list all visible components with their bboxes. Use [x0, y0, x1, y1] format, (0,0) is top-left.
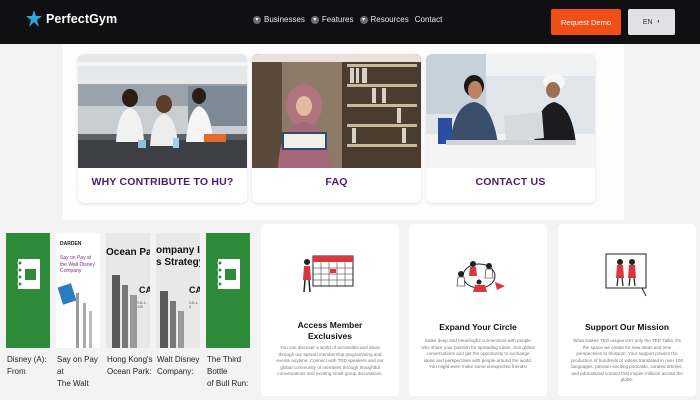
chevron-down-icon: ▾ [253, 15, 261, 24]
book-title: Hong Kong's Ocean Park: [107, 355, 153, 376]
book-code: 9-B-1-140 [137, 301, 147, 309]
feature-card-member-exclusives: Access Member Exclusives You can discove… [261, 224, 399, 396]
feature-description: What makes TED unique isn't only the TED… [570, 338, 684, 382]
book-code: 9-B-1-0 [189, 301, 199, 309]
main-menu: ▾ Businesses ▾ Features ▾ Resources Cont… [253, 15, 442, 24]
book-title: Disney (A): From [7, 355, 47, 376]
feature-title: Access Member Exclusives [297, 320, 363, 341]
book-cover: Ocean Park Tal CA 9-B-1-140 [106, 233, 150, 348]
book-item[interactable]: DARDEN Say on Pay at the Walt Disney Com… [56, 233, 100, 390]
feature-description: Make deep and meaningful connections wit… [421, 338, 535, 369]
card-faq[interactable]: FAQ [252, 54, 421, 203]
feature-card-support-mission: Support Our Mission What makes TED uniqu… [558, 224, 696, 396]
feature-title: Support Our Mission [584, 322, 670, 332]
presentation-icon [605, 253, 647, 297]
menu-item-businesses[interactable]: ▾ Businesses [253, 15, 305, 24]
request-demo-button[interactable]: Request Demo [551, 9, 621, 35]
book-title: Say on Pay at The Walt [57, 355, 98, 388]
menu-item-resources[interactable]: ▾ Resources [359, 15, 409, 24]
brand-logo[interactable]: PerfectGym [26, 10, 117, 28]
menu-label: Resources [370, 15, 409, 24]
card-label: WHY CONTRIBUTE TO HU? [91, 176, 234, 188]
feature-title: Expand Your Circle [439, 322, 517, 332]
book-cover [206, 233, 250, 348]
card-label: FAQ [325, 176, 348, 188]
calendar-icon [303, 255, 354, 293]
people-network-icon [456, 261, 505, 292]
book-cover-tag: CA [139, 285, 150, 295]
book-item[interactable]: Ocean Park Tal CA 9-B-1-140 Hong Kong's … [106, 233, 153, 390]
book-cover: DARDEN Say on Pay at the Walt Disney Com… [56, 233, 100, 348]
perfectgym-logo-icon [26, 10, 42, 27]
book-cover: ompany Inves s Strategy CA 9-B-1-0 [156, 233, 200, 348]
language-selector[interactable]: EN ◖ [628, 9, 675, 35]
card-label: CONTACT US [475, 176, 546, 188]
feature-description: You can discover a world of accessible a… [276, 345, 384, 376]
book-title: Walt Disney Company: [157, 355, 200, 376]
info-cards-panel: WHY CONTRIBUTE TO HU? FAQ CONTACT US [63, 44, 624, 220]
chevron-down-icon: ▾ [310, 15, 319, 24]
top-navbar: PerfectGym ▾ Businesses ▾ Features ▾ Res… [0, 0, 700, 44]
brand-name: PerfectGym [46, 12, 118, 26]
book-title: The Third Bottle of Bull Run: The [207, 355, 249, 388]
card-contact-us[interactable]: CONTACT US [426, 54, 595, 203]
menu-item-features[interactable]: ▾ Features [310, 15, 354, 24]
menu-label: Contact [414, 15, 443, 24]
book-item[interactable]: Disney (A): From [6, 233, 50, 390]
students-in-lab-photo [78, 54, 247, 168]
book-carousel: Disney (A): From DARDEN Say on Pay at th… [6, 233, 250, 390]
menu-label: Features [321, 15, 354, 24]
chevron-down-icon: ◖ [656, 19, 661, 25]
chevron-down-icon: ▾ [359, 15, 368, 24]
book-item[interactable]: The Third Bottle of Bull Run: The [206, 233, 250, 390]
book-cover-title: Ocean Park Tal [106, 247, 150, 258]
language-label: EN [642, 18, 653, 26]
book-cover-tag: CA [189, 285, 200, 295]
book-cover-title: ompany Inves s Strategy [156, 245, 200, 268]
feature-card-expand-circle: Expand Your Circle Make deep and meaning… [409, 224, 547, 396]
students-with-laptop-photo [426, 54, 595, 168]
book-item[interactable]: ompany Inves s Strategy CA 9-B-1-0 Walt … [156, 233, 200, 390]
card-why-contribute[interactable]: WHY CONTRIBUTE TO HU? [78, 54, 247, 203]
menu-label: Businesses [264, 15, 305, 24]
book-cover-title: Say on Pay at the Walt Disney Company [60, 255, 95, 274]
student-reading-in-library-photo [252, 54, 421, 168]
book-cover [6, 233, 50, 348]
publisher-label: DARDEN [60, 241, 82, 247]
menu-item-contact[interactable]: Contact [415, 15, 443, 24]
